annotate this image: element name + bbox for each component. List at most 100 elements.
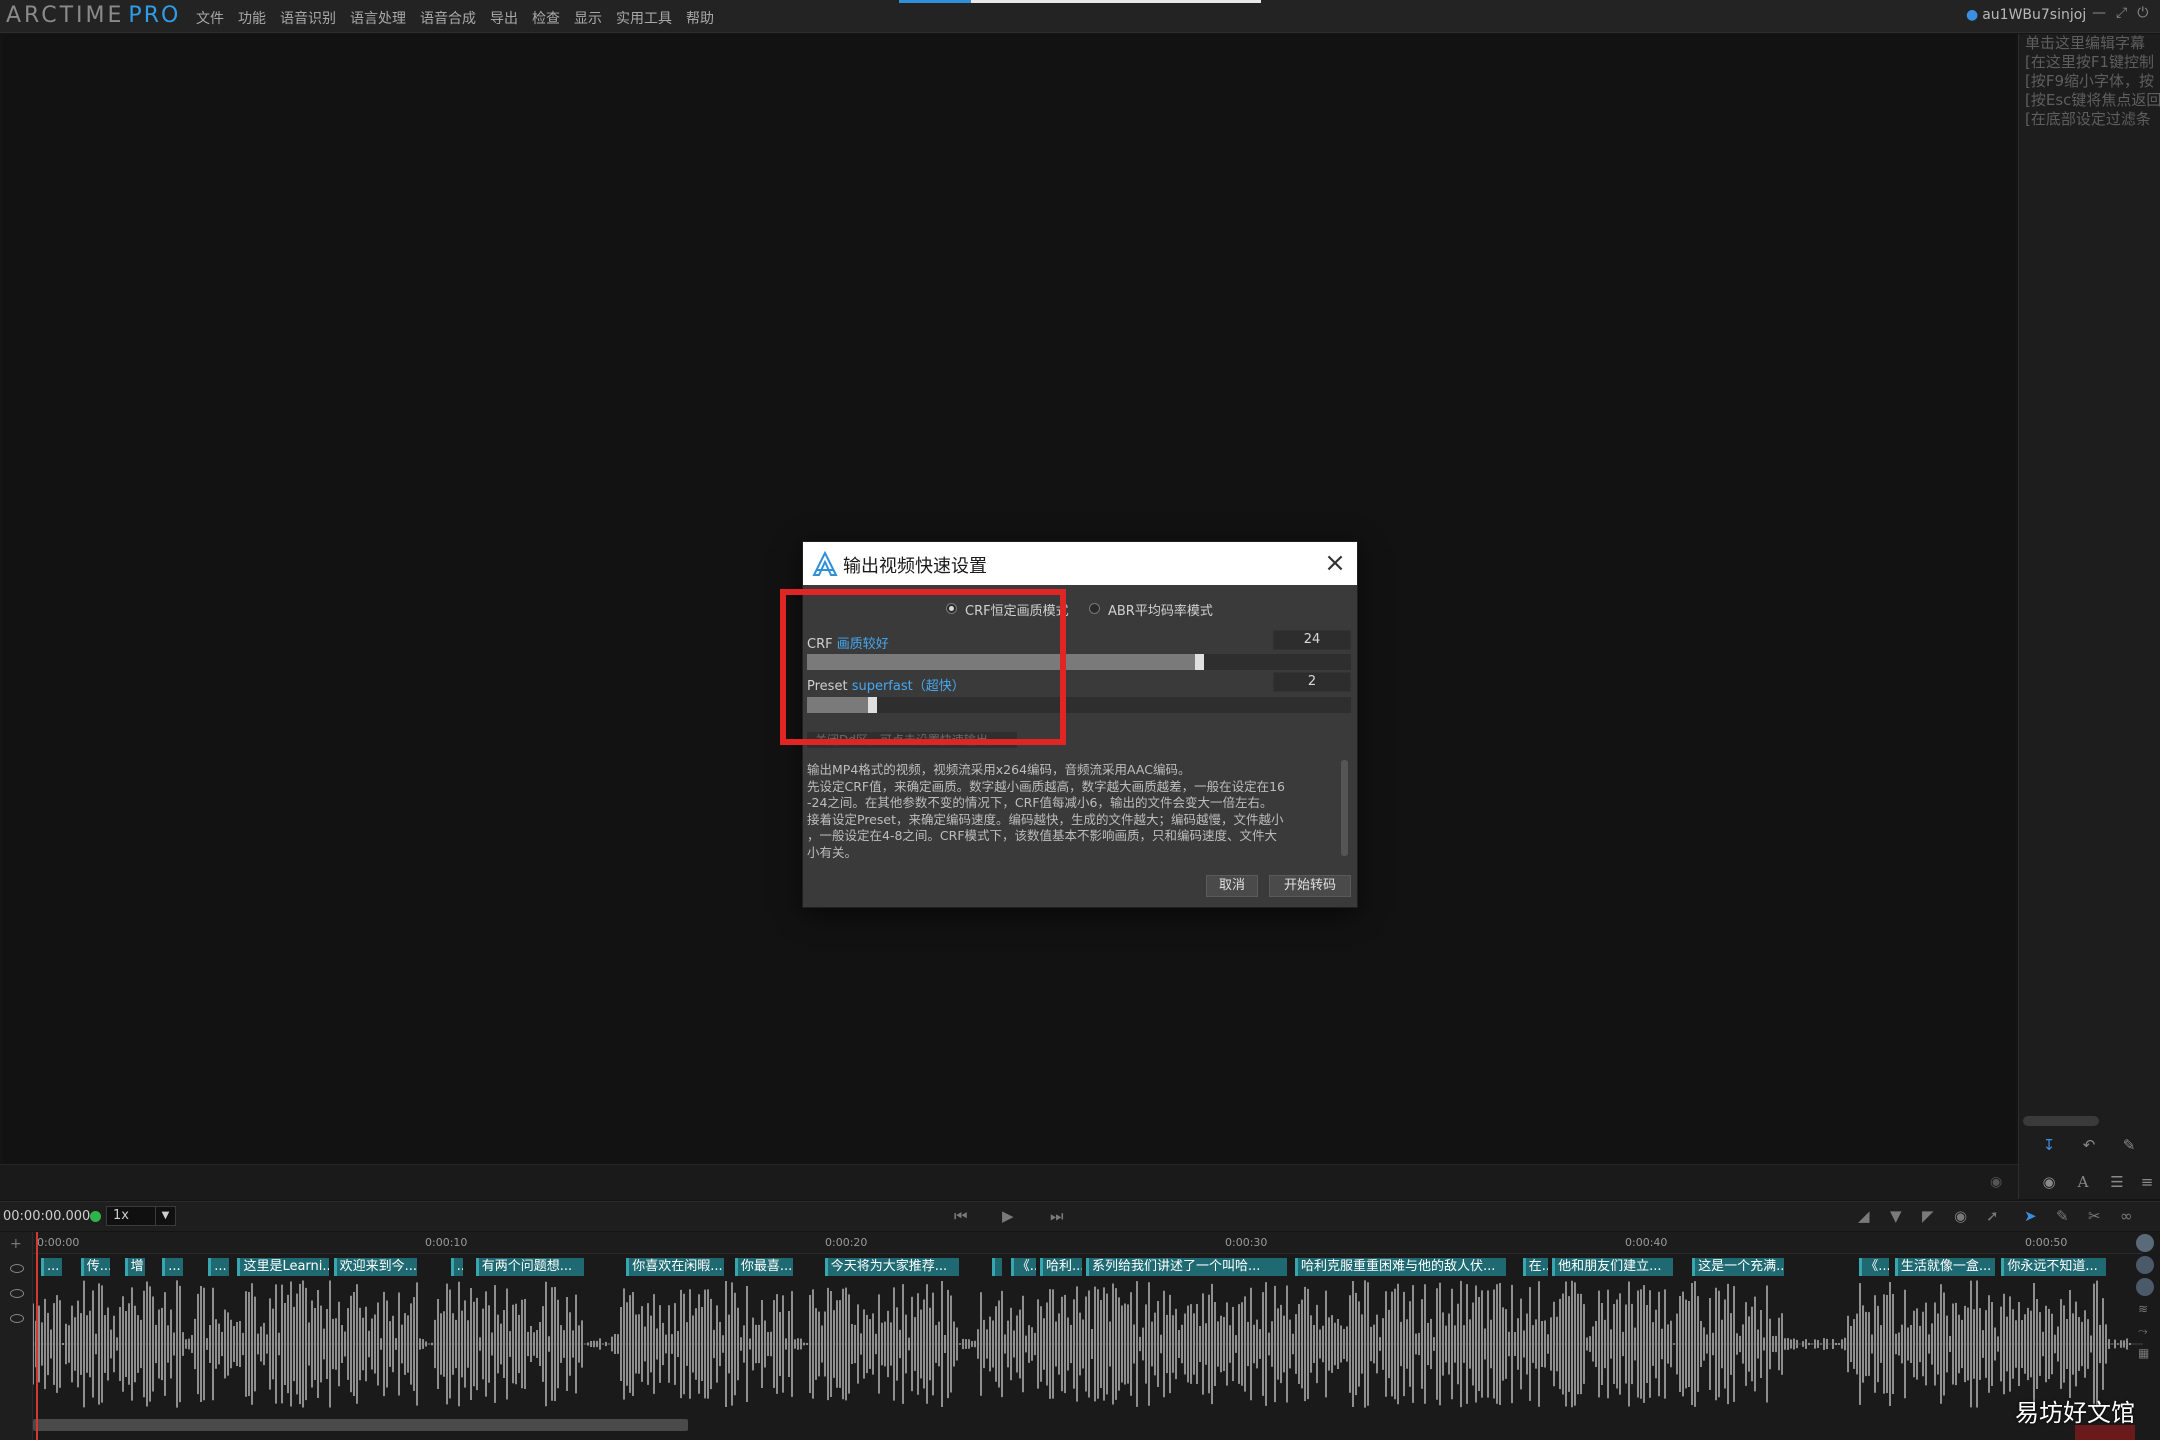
- subtitle-block[interactable]: 《...: [1859, 1258, 1889, 1276]
- crf-slider-handle[interactable]: [1194, 654, 1204, 670]
- subtitle-block[interactable]: 哈利克服重重困难与他的敌人伏...: [1295, 1258, 1507, 1276]
- mark-out-icon[interactable]: ◤: [1922, 1207, 1934, 1225]
- menu-item[interactable]: 检查: [532, 8, 560, 28]
- ruler-label: 0:00:30: [1225, 1236, 1268, 1249]
- time-ruler[interactable]: 0:00:00 0:00:10 0:00:20 0:00:30 0:00:40 0:00:…: [33, 1232, 2143, 1254]
- subtitle-block[interactable]: 他和朋友们建立...: [1552, 1258, 1674, 1276]
- playback-speed-select[interactable]: 1x ▼: [106, 1206, 176, 1226]
- subtitle-block[interactable]: 有两个问题想...: [475, 1258, 585, 1276]
- close-icon[interactable]: ×: [1321, 550, 1349, 578]
- start-transcode-button[interactable]: 开始转码: [1269, 875, 1351, 897]
- description-line: 接着设定Preset，来确定编码速度。编码越快，生成的文件越大；编码越慢，文件越…: [807, 811, 1284, 827]
- list-icon[interactable]: ☰: [2105, 1170, 2129, 1194]
- lightning-icon[interactable]: ⤳: [2138, 1324, 2148, 1339]
- eye-icon[interactable]: [10, 1314, 24, 1323]
- crf-value-input[interactable]: 24: [1273, 630, 1351, 650]
- description-scrollbar[interactable]: [1341, 760, 1348, 856]
- subtitle-editor-panel[interactable]: 单击这里编辑字幕 [在这里按F1键控制 [按F9缩小字体，按 [按Esc键将焦点返回[…: [2018, 34, 2160, 1199]
- settings-sliders-icon[interactable]: ≡: [2135, 1170, 2159, 1194]
- subtitle-block[interactable]: 欢迎来到今...: [333, 1258, 418, 1276]
- speed-value: 1x: [113, 1208, 129, 1223]
- subtitle-block[interactable]: ...: [162, 1258, 184, 1276]
- ruler-label: 0:00:40: [1625, 1236, 1668, 1249]
- pointer-icon[interactable]: ➤: [2024, 1207, 2037, 1225]
- timeline-scrollbar[interactable]: [33, 1419, 688, 1431]
- play-icon[interactable]: ▶: [1002, 1207, 1014, 1225]
- menu-item[interactable]: 功能: [238, 8, 266, 28]
- mark-in-icon[interactable]: ◢: [1858, 1207, 1870, 1225]
- eye-icon[interactable]: [10, 1289, 24, 1298]
- skip-forward-icon[interactable]: ⏭: [1050, 1207, 1064, 1225]
- radio-abr[interactable]: [1089, 603, 1100, 614]
- add-track-icon[interactable]: +: [10, 1236, 22, 1252]
- subtitle-block[interactable]: 你喜欢在闲暇...: [626, 1258, 725, 1276]
- description-line: 小有关。: [807, 844, 858, 860]
- subtitle-editor-hint: 单击这里编辑字幕 [在这里按F1键控制 [按F9缩小字体，按 [按Esc键将焦点返回[…: [2025, 34, 2160, 129]
- subtitle-block[interactable]: ...: [41, 1258, 62, 1276]
- status-dot: [90, 1211, 101, 1222]
- marker-down-icon[interactable]: ▼: [1890, 1207, 1902, 1225]
- eye-icon[interactable]: ◉: [1990, 1174, 2002, 1190]
- subtitle-block[interactable]: 生活就像一盒...: [1894, 1258, 1996, 1276]
- camera-icon[interactable]: ◉: [1954, 1207, 1967, 1225]
- subtitle-block[interactable]: 你永远不知道...: [2001, 1258, 2106, 1276]
- hint-line: [在这里按F1键控制: [2025, 53, 2155, 71]
- subtitle-block[interactable]: 哈利...: [1040, 1258, 1082, 1276]
- menu-item[interactable]: 语音识别: [280, 8, 336, 28]
- menu-item[interactable]: 导出: [490, 8, 518, 28]
- subtitle-block[interactable]: 《...: [1010, 1258, 1036, 1276]
- preset-value-input[interactable]: 2: [1273, 672, 1351, 692]
- subtitle-block[interactable]: [991, 1258, 1003, 1276]
- skip-back-icon[interactable]: ⏮: [954, 1207, 968, 1225]
- scissors-icon[interactable]: ✂: [2088, 1207, 2101, 1225]
- undo-icon[interactable]: ↶: [2077, 1133, 2101, 1157]
- panel-scrollbar[interactable]: [2023, 1116, 2099, 1126]
- cancel-button[interactable]: 取消: [1206, 875, 1258, 897]
- hint-line: [在底部设定过滤条: [2025, 110, 2151, 128]
- edit-icon[interactable]: ✎: [2056, 1207, 2069, 1225]
- subtitle-block[interactable]: 增: [124, 1258, 146, 1276]
- subtitle-block[interactable]: 这里是Learni...: [237, 1258, 330, 1276]
- dialog-titlebar[interactable]: 输出视频快速设置 ×: [803, 542, 1357, 585]
- subtitle-block[interactable]: 这是一个充满...: [1692, 1258, 1785, 1276]
- subtitle-block[interactable]: 传...: [80, 1258, 110, 1276]
- timeline[interactable]: + 0:00:00 0:00:10 0:00:20 0:00:30 0:00:40 0:0…: [0, 1232, 2160, 1440]
- font-icon[interactable]: A: [2071, 1170, 2095, 1194]
- hint-line: [按Esc键将焦点返回: [2025, 91, 2160, 109]
- preview-status-bar: ◉: [0, 1164, 2018, 1200]
- track-gutter: +: [0, 1232, 33, 1440]
- comment-icon[interactable]: ◉: [2037, 1170, 2061, 1194]
- subtitle-block[interactable]: 系列给我们讲述了一个叫哈...: [1086, 1258, 1287, 1276]
- subtitle-block[interactable]: 你最喜...: [734, 1258, 794, 1276]
- zoom-knob-icon[interactable]: [2136, 1234, 2154, 1252]
- grid-icon[interactable]: ▦: [2138, 1346, 2149, 1360]
- menu-item[interactable]: 显示: [574, 8, 602, 28]
- zoom-knob-icon[interactable]: [2136, 1278, 2154, 1296]
- minimize-icon[interactable]: —: [2092, 5, 2106, 21]
- pencil-icon[interactable]: ✎: [2117, 1133, 2141, 1157]
- subtitle-block[interactable]: 在...: [1522, 1258, 1548, 1276]
- menu-item[interactable]: 实用工具: [616, 8, 672, 28]
- menu-item[interactable]: 帮助: [686, 8, 714, 28]
- subtitle-track[interactable]: ... 传... 增...... 这里是Learni...欢迎来到今...... 有两个…: [33, 1258, 2143, 1276]
- subtitle-block[interactable]: ...: [450, 1258, 464, 1276]
- power-icon[interactable]: ⏻: [2137, 5, 2148, 21]
- zoom-knob-icon[interactable]: [2136, 1256, 2154, 1274]
- menu-item[interactable]: 文件: [196, 8, 224, 28]
- subtitle-block[interactable]: 今天将为大家推荐...: [824, 1258, 959, 1276]
- maximize-icon[interactable]: ⤢: [2116, 5, 2127, 21]
- audio-waveform[interactable]: [33, 1280, 2143, 1408]
- playhead[interactable]: [36, 1232, 38, 1440]
- insert-icon[interactable]: ↧: [2037, 1133, 2061, 1157]
- waveform-icon[interactable]: ≋: [2138, 1302, 2148, 1316]
- radio-abr-label[interactable]: ABR平均码率模式: [1108, 600, 1213, 619]
- menu-item[interactable]: 语音合成: [420, 8, 476, 28]
- wand-icon[interactable]: ➚: [1986, 1207, 1999, 1225]
- user-account[interactable]: ● au1WBu7sinjoj: [1966, 7, 2086, 23]
- ruler-label: 0:00:10: [425, 1236, 468, 1249]
- dialog-title: 输出视频快速设置: [843, 556, 987, 577]
- menu-item[interactable]: 语言处理: [350, 8, 406, 28]
- link-icon[interactable]: ∞: [2120, 1207, 2133, 1225]
- eye-icon[interactable]: [10, 1264, 24, 1273]
- subtitle-block[interactable]: ...: [208, 1258, 230, 1276]
